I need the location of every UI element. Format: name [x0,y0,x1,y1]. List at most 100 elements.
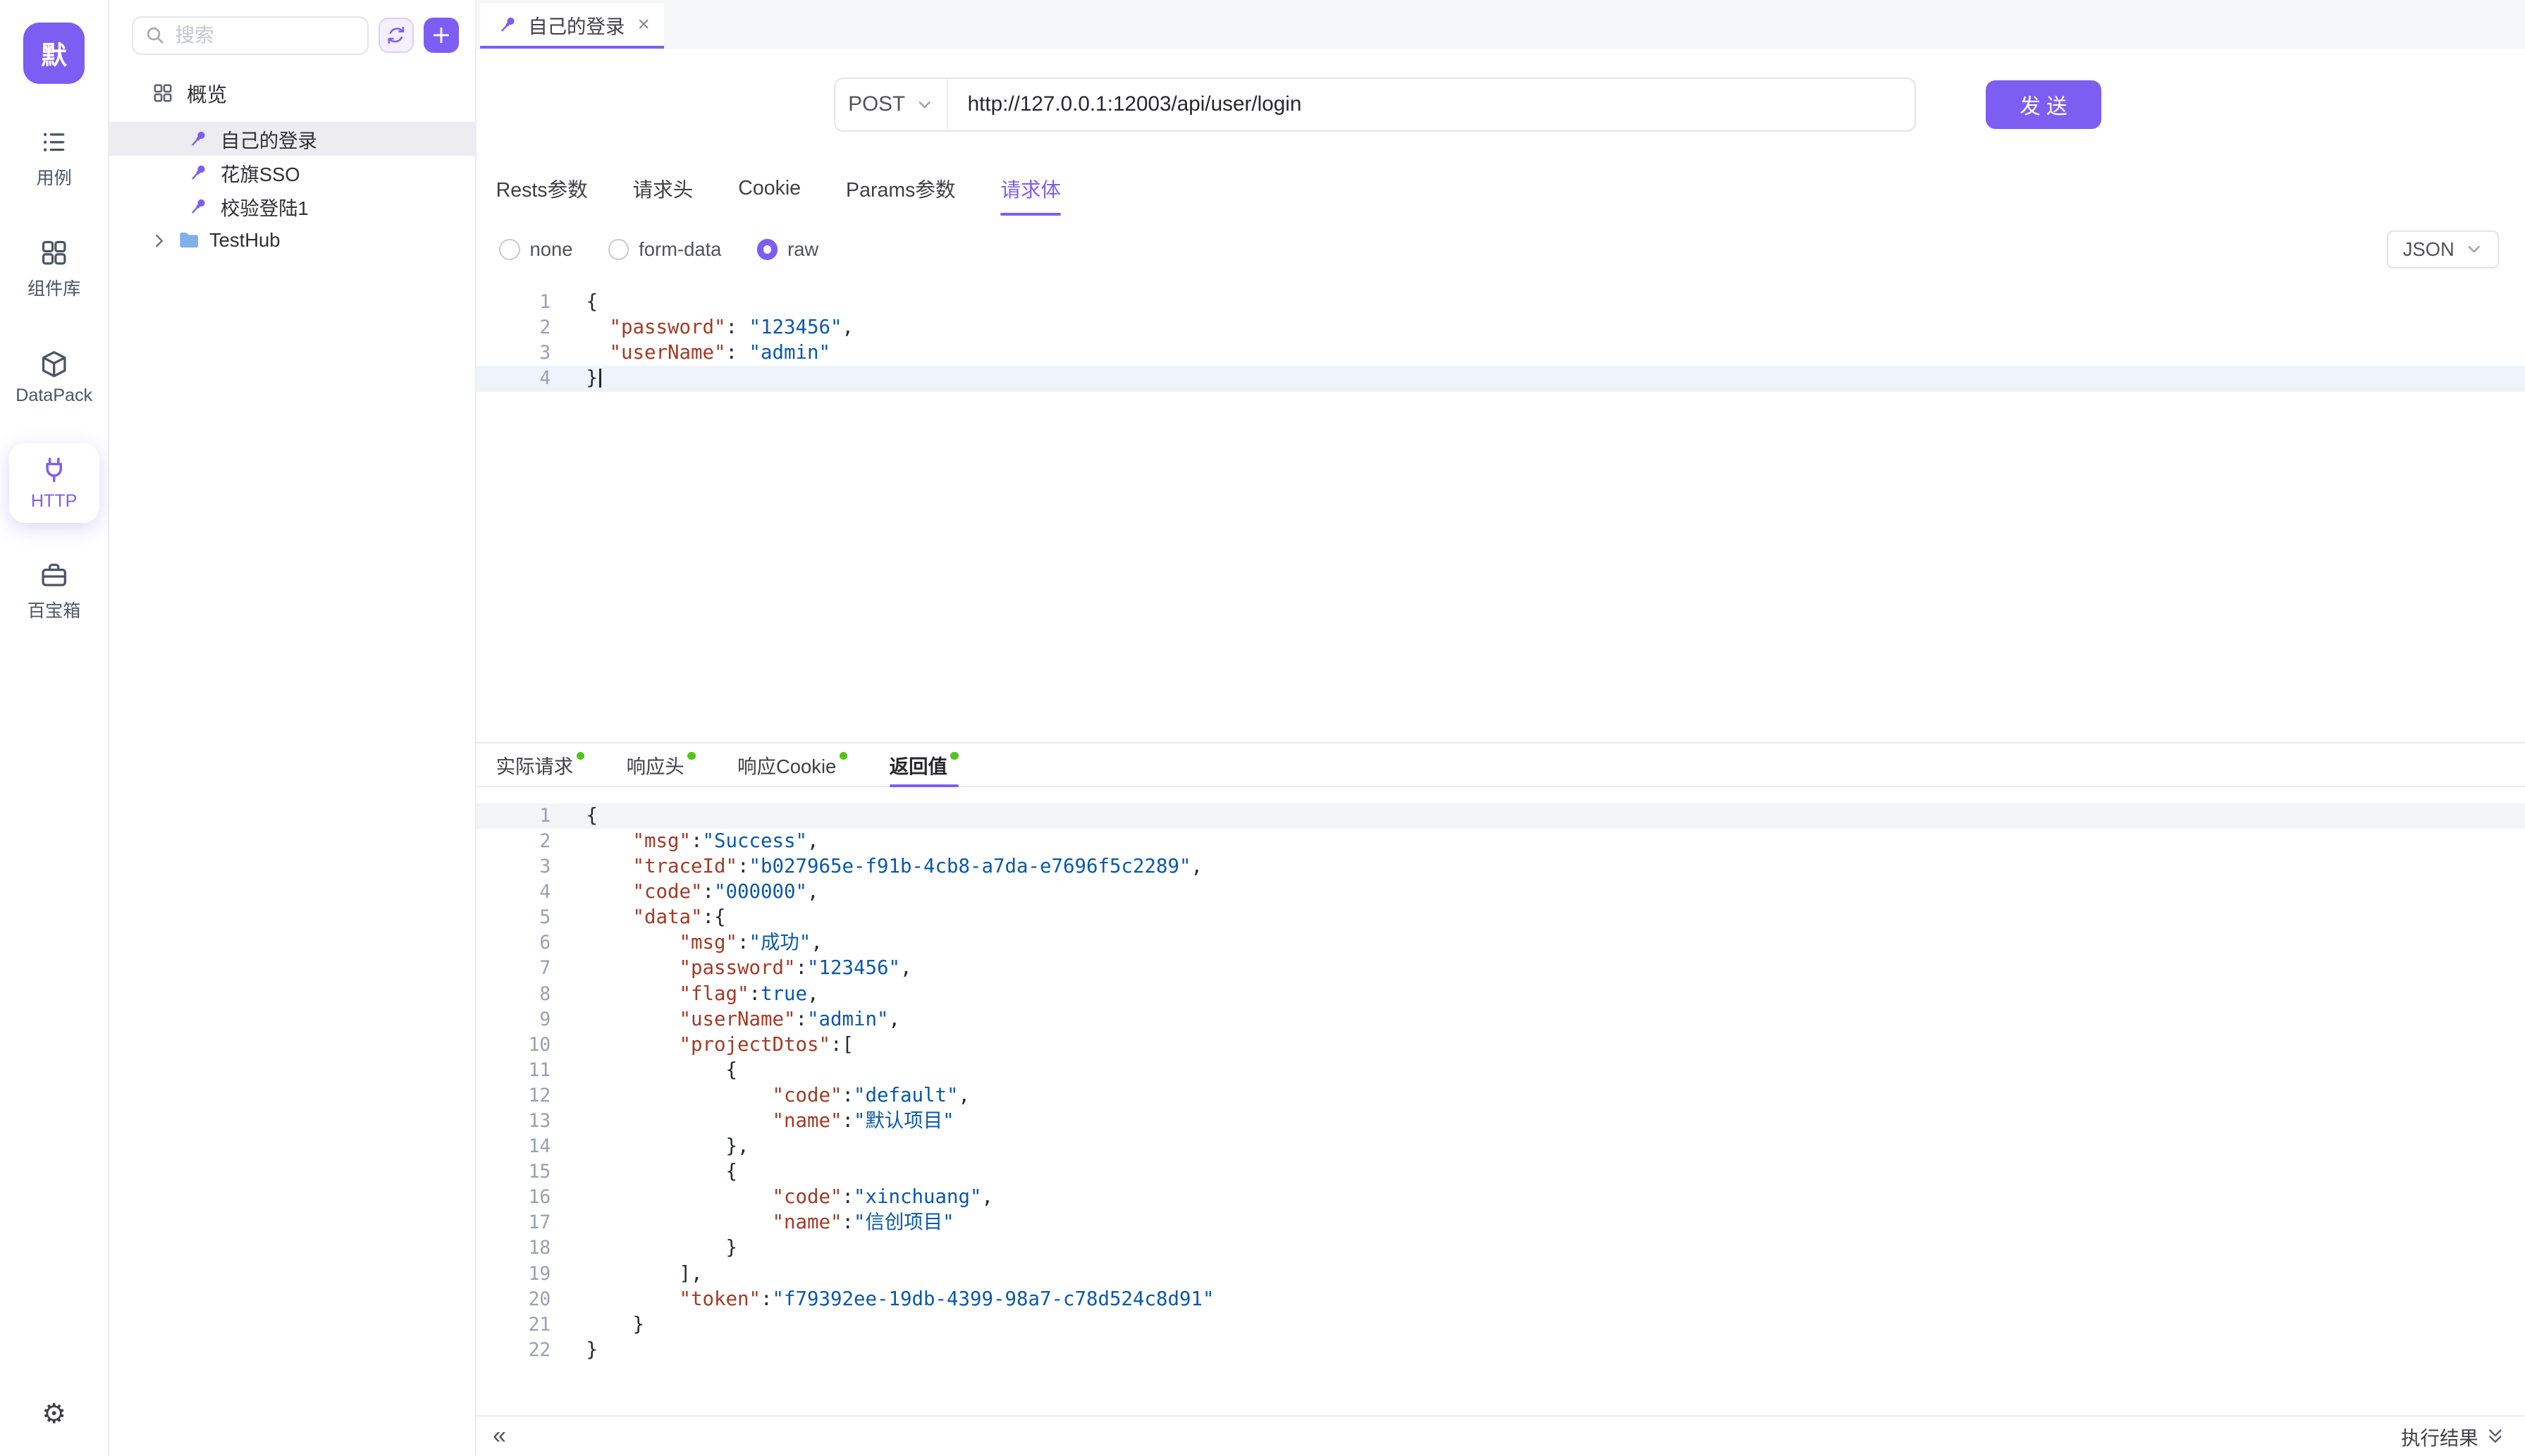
rail-item-components[interactable]: 组件库 [9,226,99,311]
send-button[interactable]: 发 送 [1986,80,2101,129]
request-tab[interactable]: 请求体 [1000,161,1061,216]
code-text: "password":"123456", [551,956,911,981]
tree-item-own-login[interactable]: 自己的登录 [109,122,475,156]
code-line[interactable]: 6 "msg":"成功", [477,930,2525,956]
line-number: 7 [477,956,551,981]
grid-icon [152,82,174,104]
code-line[interactable]: 1{ [477,290,2525,315]
app-logo[interactable]: 默 [23,23,85,84]
code-line[interactable]: 19 ], [477,1261,2525,1287]
code-line[interactable]: 3 "userName": "admin" [477,340,2525,366]
rail-item-http[interactable]: HTTP [9,443,99,523]
line-number: 17 [477,1210,551,1235]
tree-item-check-login[interactable]: 校验登陆1 [109,190,475,223]
section-label: 概览 [187,79,227,108]
line-number: 1 [477,290,551,315]
exec-result-label: 执行结果 [2401,1422,2478,1450]
code-text: { [551,1058,737,1083]
request-tab[interactable]: 请求头 [633,161,694,216]
code-line[interactable]: 4 "code":"000000", [477,880,2525,905]
request-tab[interactable]: Rests参数 [496,161,588,216]
status-dot [687,752,695,760]
rail-item-label: DataPack [16,385,92,406]
line-number: 4 [477,880,551,905]
code-line[interactable]: 1{ [477,803,2525,829]
code-text: "userName":"admin", [551,1007,900,1032]
code-line[interactable]: 16 "code":"xinchuang", [477,1185,2525,1210]
tab-bar: 自己的登录× [477,0,2525,49]
toolbox-icon [39,560,69,591]
body-mode-options: none form-data raw [499,238,818,261]
code-line[interactable]: 5 "data":{ [477,905,2525,930]
code-text: } [551,1235,737,1261]
search-icon [145,25,166,46]
response-tab[interactable]: 返回值 [890,744,959,786]
response-tab[interactable]: 响应Cookie [737,744,847,786]
line-number: 6 [477,930,551,956]
code-line[interactable]: 9 "userName":"admin", [477,1007,2525,1032]
code-line[interactable]: 10 "projectDtos":[ [477,1032,2525,1058]
body-mode-radio[interactable]: none [499,238,572,261]
rail-item-toolbox[interactable]: 百宝箱 [9,549,99,634]
collapse-sidebar-button[interactable]: « [493,1424,506,1448]
pin-icon [187,195,209,218]
code-line[interactable]: 11 { [477,1058,2525,1083]
line-number: 14 [477,1134,551,1159]
code-text: } [551,1338,598,1363]
response-tab[interactable]: 实际请求 [496,744,585,786]
response-editor[interactable]: 1{2 "msg":"Success",3 "traceId":"b027965… [477,787,2525,1415]
code-line[interactable]: 4} [477,366,2525,391]
code-text: "projectDtos":[ [551,1032,854,1058]
code-text: "msg":"成功", [551,930,823,956]
request-tab[interactable]: Params参数 [846,161,955,216]
request-body-editor[interactable]: 1{2 "password": "123456",3 "userName": "… [477,283,2525,742]
code-line[interactable]: 12 "code":"default", [477,1083,2525,1109]
body-mode-radio[interactable]: raw [757,238,819,261]
pin-icon [187,128,209,150]
code-line[interactable]: 7 "password":"123456", [477,956,2525,981]
line-number: 4 [477,366,551,391]
method-select[interactable]: POST [835,79,948,131]
code-text: "userName": "admin" [551,340,830,366]
format-select[interactable]: JSON [2387,230,2499,269]
sidebar-toolbar [109,16,475,55]
code-line[interactable]: 14 }, [477,1134,2525,1159]
code-line[interactable]: 20 "token":"f79392ee-19db-4399-98a7-c78d… [477,1287,2525,1312]
code-line[interactable]: 3 "traceId":"b027965e-f91b-4cb8-a7da-e76… [477,854,2525,880]
settings-gear-icon[interactable]: ⚙ [42,1398,66,1430]
overview-section[interactable]: 概览 [109,55,475,123]
code-line[interactable]: 21 } [477,1312,2525,1338]
main-panel: 自己的登录× POST 发 送 Rests参数请求头 Cookie Params参数… [477,0,2525,1455]
search-input[interactable] [176,24,357,47]
code-line[interactable]: 2 "msg":"Success", [477,829,2525,854]
sync-button[interactable] [379,18,414,53]
code-line[interactable]: 2 "password": "123456", [477,315,2525,340]
exec-result-toggle[interactable]: 执行结果 [2401,1422,2505,1450]
folder-icon [177,228,201,252]
url-input[interactable] [948,79,1915,131]
format-label: JSON [2403,238,2455,261]
document-tab[interactable]: 自己的登录× [480,4,665,49]
rail-item-datapack[interactable]: DataPack [9,338,99,417]
line-number: 3 [477,340,551,366]
code-line[interactable]: 8 "flag":true, [477,982,2525,1007]
code-line[interactable]: 17 "name":"信创项目" [477,1210,2525,1235]
add-button[interactable] [424,18,459,53]
line-number: 2 [477,829,551,854]
http-icon [39,455,69,485]
code-line[interactable]: 22} [477,1338,2525,1363]
code-line[interactable]: 13 "name":"默认项目" [477,1109,2525,1134]
code-line[interactable]: 15 { [477,1159,2525,1185]
body-mode-radio[interactable]: form-data [608,238,722,261]
tree-item-testhub[interactable]: TestHub [109,223,475,257]
code-text: "traceId":"b027965e-f91b-4cb8-a7da-e7696… [551,854,1203,880]
code-line[interactable]: 18 } [477,1235,2525,1261]
response-tab[interactable]: 响应头 [627,744,696,786]
response-tab-label: 返回值 [890,751,947,779]
sidebar: 概览 自己的登录花旗SSO校验登陆1TestHub [109,0,477,1455]
tree-item-huaqi-sso[interactable]: 花旗SSO [109,156,475,190]
status-dot [840,752,847,760]
rail-item-usecase[interactable]: 用例 [9,116,99,200]
request-tab[interactable]: Cookie [738,161,801,216]
close-icon[interactable]: × [638,13,650,37]
